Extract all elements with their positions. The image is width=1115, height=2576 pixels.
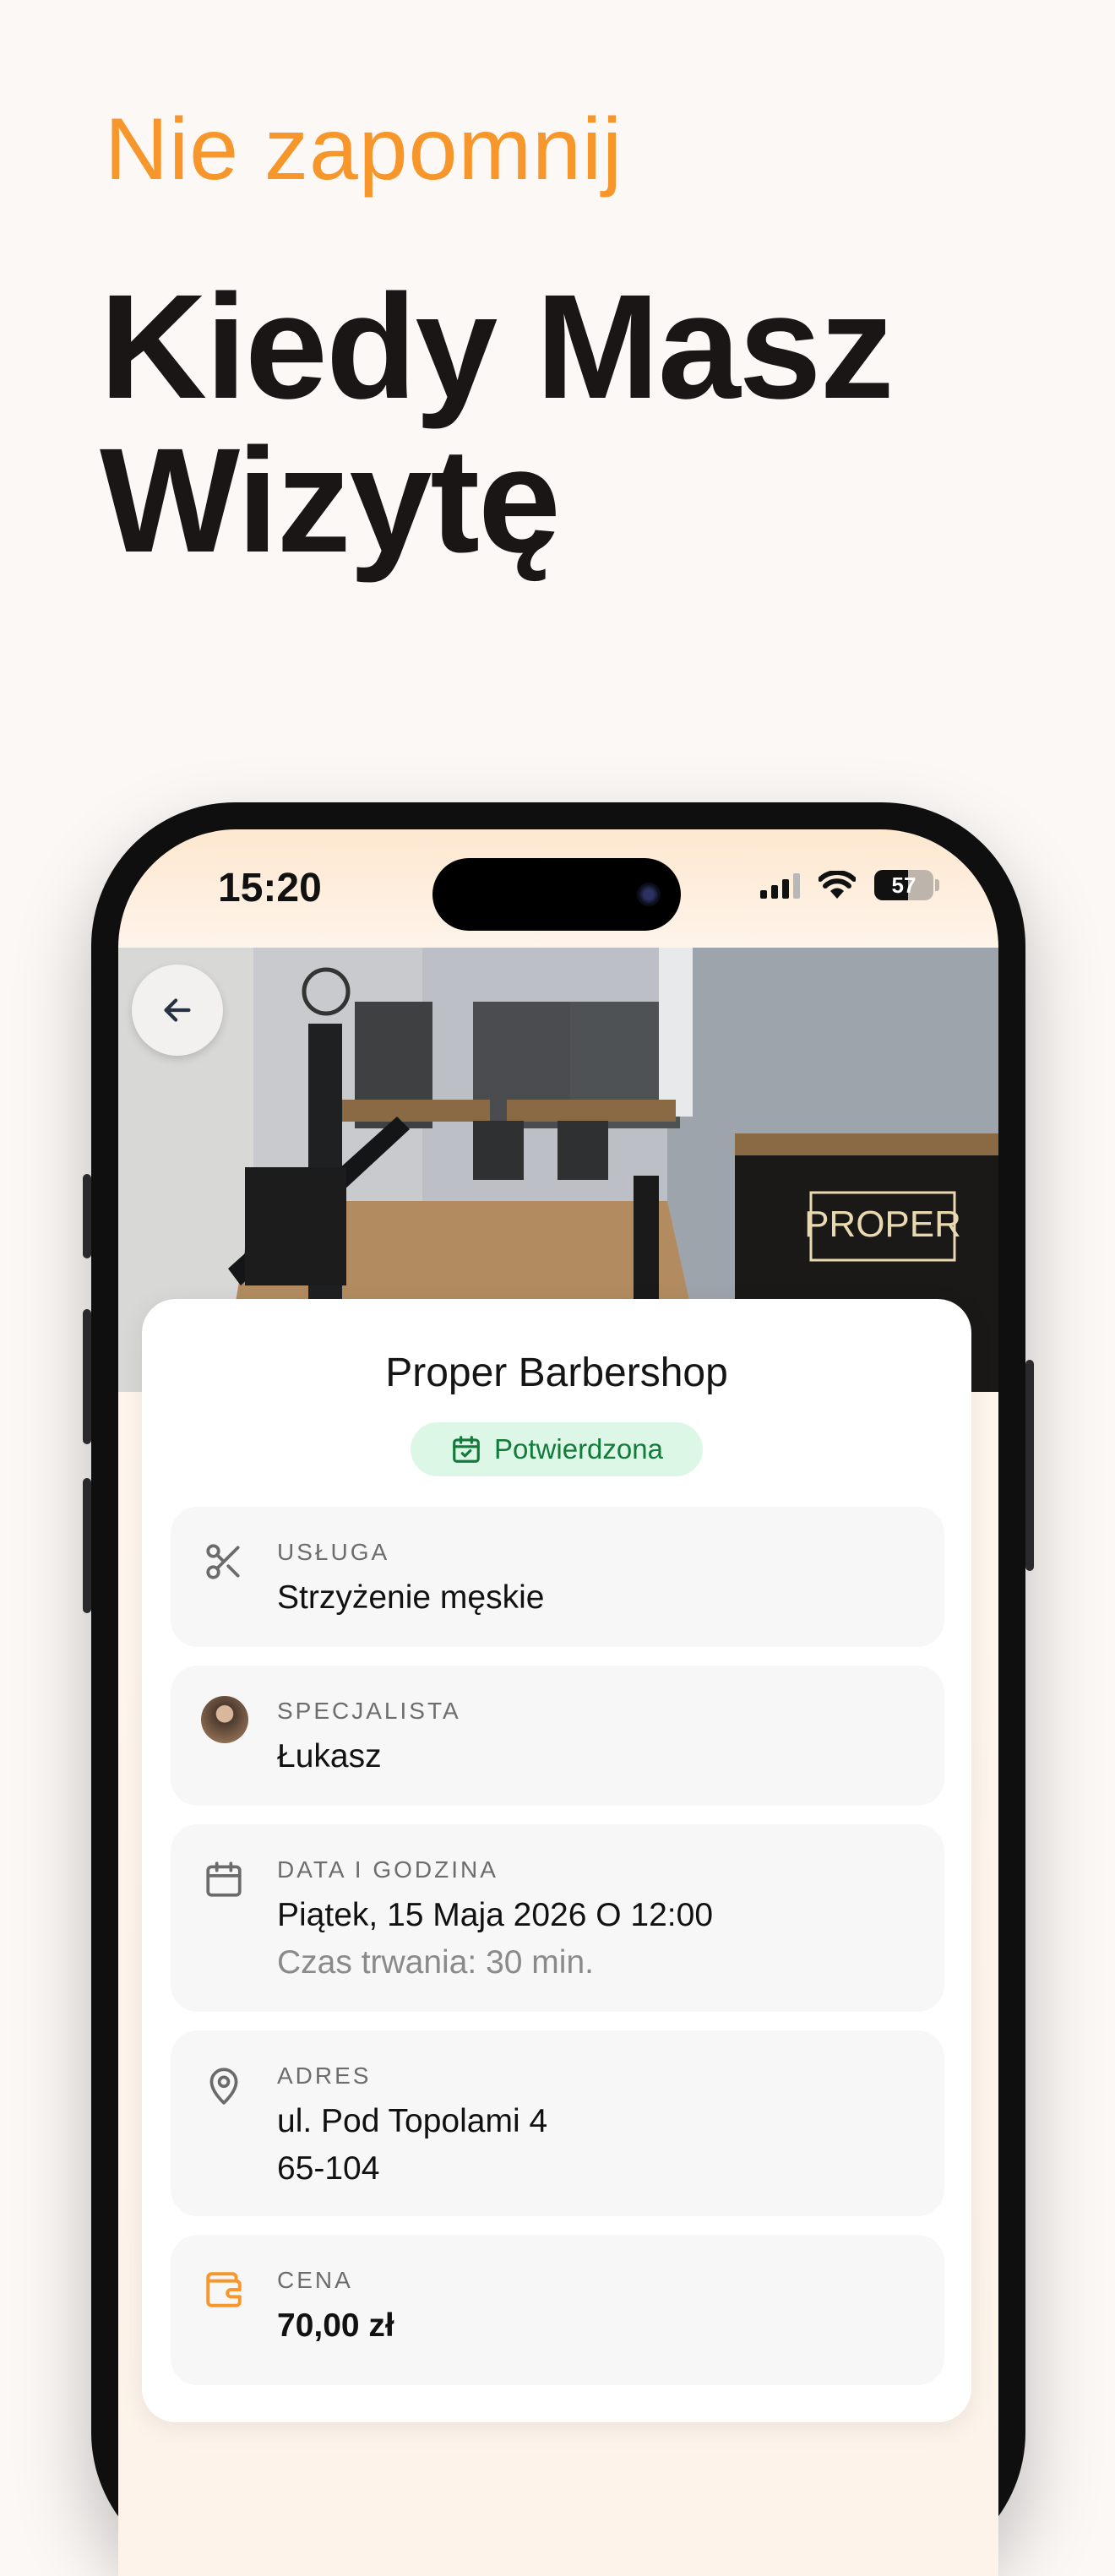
address-label: ADRES bbox=[277, 2062, 372, 2089]
battery-level: 57 bbox=[891, 872, 916, 898]
price-label: CENA bbox=[277, 2267, 353, 2293]
wifi-icon bbox=[819, 871, 856, 899]
calendar-icon bbox=[206, 1861, 242, 1897]
status-bar: 15:20 57 bbox=[118, 829, 998, 948]
price-value: 70,00 zł bbox=[277, 2307, 394, 2344]
datetime-value: Piątek, 15 Maja 2026 O 12:00 bbox=[277, 1897, 714, 1933]
datetime-label: DATA I GODZINA bbox=[277, 1856, 498, 1883]
status-time: 15:20 bbox=[218, 866, 322, 910]
promo-kicker: Nie zapomnij bbox=[105, 101, 623, 198]
status-text: Potwierdzona bbox=[494, 1433, 663, 1465]
status-icons: 57 bbox=[760, 868, 939, 902]
price-row: CENA 70,00 zł bbox=[171, 2235, 944, 2385]
phone-frame: 15:20 57 PROPER Proper Barbershop Potwie… bbox=[83, 802, 1034, 2576]
address-line2: 65-104 bbox=[277, 2150, 380, 2187]
specialist-value: Łukasz bbox=[277, 1738, 382, 1774]
power-button bbox=[1025, 1360, 1034, 1571]
phone-screen: 15:20 57 PROPER Proper Barbershop Potwie… bbox=[118, 829, 998, 2576]
back-button[interactable] bbox=[132, 965, 223, 1056]
action-button bbox=[83, 1174, 91, 1258]
address-row: ADRES ul. Pod Topolami 4 65-104 bbox=[171, 2030, 944, 2216]
wallet-icon bbox=[206, 2272, 242, 2307]
specialist-row: SPECJALISTA Łukasz bbox=[171, 1666, 944, 1806]
datetime-row: DATA I GODZINA Piątek, 15 Maja 2026 O 12… bbox=[171, 1824, 944, 2012]
promo-headline: Kiedy Masz Wizytę bbox=[100, 264, 895, 584]
status-badge: Potwierdzona bbox=[411, 1422, 703, 1476]
duration-value: Czas trwania: 30 min. bbox=[277, 1944, 594, 1981]
front-camera bbox=[637, 883, 661, 906]
scissors-icon bbox=[206, 1544, 240, 1579]
volume-down-button bbox=[83, 1478, 91, 1613]
shop-name: Proper Barbershop bbox=[385, 1350, 728, 1395]
avatar bbox=[201, 1696, 248, 1743]
booking-card: Proper Barbershop Potwierdzona USŁUGA St… bbox=[142, 1299, 971, 2422]
svg-text:PROPER: PROPER bbox=[804, 1204, 961, 1245]
service-value: Strzyżenie męskie bbox=[277, 1579, 545, 1616]
calendar-check-icon bbox=[453, 1436, 480, 1463]
signal-icon bbox=[760, 872, 800, 899]
back-arrow-icon bbox=[164, 998, 191, 1022]
address-line1: ul. Pod Topolami 4 bbox=[277, 2103, 548, 2139]
dynamic-island bbox=[432, 858, 681, 931]
battery-icon: 57 bbox=[874, 870, 933, 900]
map-pin-icon bbox=[209, 2068, 238, 2105]
specialist-label: SPECJALISTA bbox=[277, 1698, 461, 1724]
service-label: USŁUGA bbox=[277, 1539, 390, 1565]
volume-up-button bbox=[83, 1309, 91, 1444]
service-row: USŁUGA Strzyżenie męskie bbox=[171, 1507, 944, 1647]
